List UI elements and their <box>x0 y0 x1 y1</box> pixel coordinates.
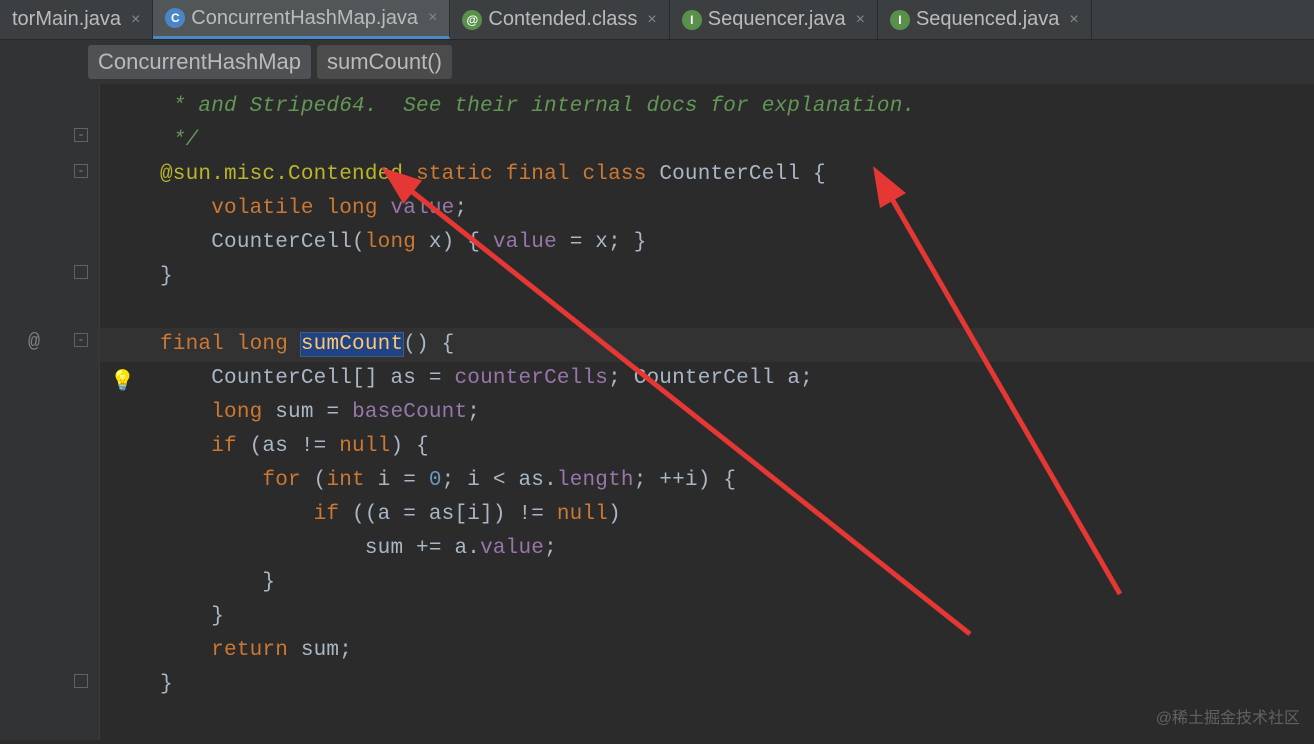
close-icon[interactable]: × <box>647 11 656 29</box>
code-line: return sum; <box>100 634 1314 668</box>
fold-icon[interactable]: - <box>74 164 88 178</box>
close-icon[interactable]: × <box>131 11 140 29</box>
crumb-class[interactable]: ConcurrentHashMap <box>88 45 311 79</box>
code-line: for (int i = 0; i < as.length; ++i) { <box>100 464 1314 498</box>
close-icon[interactable]: × <box>1069 11 1078 29</box>
code-line: } <box>100 600 1314 634</box>
code-line-current: final long sumCount() { <box>100 328 1314 362</box>
fold-icon[interactable]: - <box>74 128 88 142</box>
code-line: @sun.misc.Contended static final class C… <box>100 158 1314 192</box>
interface-icon: I <box>682 10 702 30</box>
editor-area: - - @ - 💡 * and Striped64. See their int… <box>0 84 1314 740</box>
code-comment: */ <box>160 129 198 152</box>
code-blank <box>100 294 1314 328</box>
annotation-icon: @ <box>462 10 482 30</box>
interface-icon: I <box>890 10 910 30</box>
gutter: - - @ - 💡 <box>0 84 100 740</box>
tab-label: Contended.class <box>488 8 637 31</box>
tab-label: torMain.java <box>12 8 121 31</box>
breadcrumb: ConcurrentHashMap sumCount() <box>0 40 1314 84</box>
code-line: } <box>100 668 1314 702</box>
file-tab[interactable]: I Sequenced.java × <box>878 0 1092 39</box>
code-body[interactable]: * and Striped64. See their internal docs… <box>100 84 1314 740</box>
code-line: long sum = baseCount; <box>100 396 1314 430</box>
watermark: @稀土掘金技术社区 <box>1156 704 1300 728</box>
tab-label: ConcurrentHashMap.java <box>191 7 418 30</box>
class-icon: C <box>165 8 185 28</box>
code-line: sum += a.value; <box>100 532 1314 566</box>
file-tab[interactable]: torMain.java × <box>0 0 153 39</box>
close-icon[interactable]: × <box>428 9 437 27</box>
close-icon[interactable]: × <box>856 11 865 29</box>
tab-label: Sequenced.java <box>916 8 1059 31</box>
file-tab[interactable]: I Sequencer.java × <box>670 0 878 39</box>
tab-bar: torMain.java × C ConcurrentHashMap.java … <box>0 0 1314 40</box>
code-line: if ((a = as[i]) != null) <box>100 498 1314 532</box>
code-line: } <box>100 566 1314 600</box>
code-line: if (as != null) { <box>100 430 1314 464</box>
gutter-annotation-icon: @ <box>28 331 40 354</box>
fold-end-icon[interactable] <box>74 265 88 279</box>
file-tab[interactable]: C ConcurrentHashMap.java × <box>153 0 450 39</box>
tab-label: Sequencer.java <box>708 8 846 31</box>
crumb-method[interactable]: sumCount() <box>317 45 452 79</box>
fold-end-icon[interactable] <box>74 674 88 688</box>
file-tab[interactable]: @ Contended.class × <box>450 0 669 39</box>
code-line: volatile long value; <box>100 192 1314 226</box>
code-line: } <box>100 260 1314 294</box>
code-line: CounterCell[] as = counterCells; Counter… <box>100 362 1314 396</box>
code-line: CounterCell(long x) { value = x; } <box>100 226 1314 260</box>
code-comment: * and Striped64. See their internal docs… <box>160 95 915 118</box>
fold-icon[interactable]: - <box>74 333 88 347</box>
